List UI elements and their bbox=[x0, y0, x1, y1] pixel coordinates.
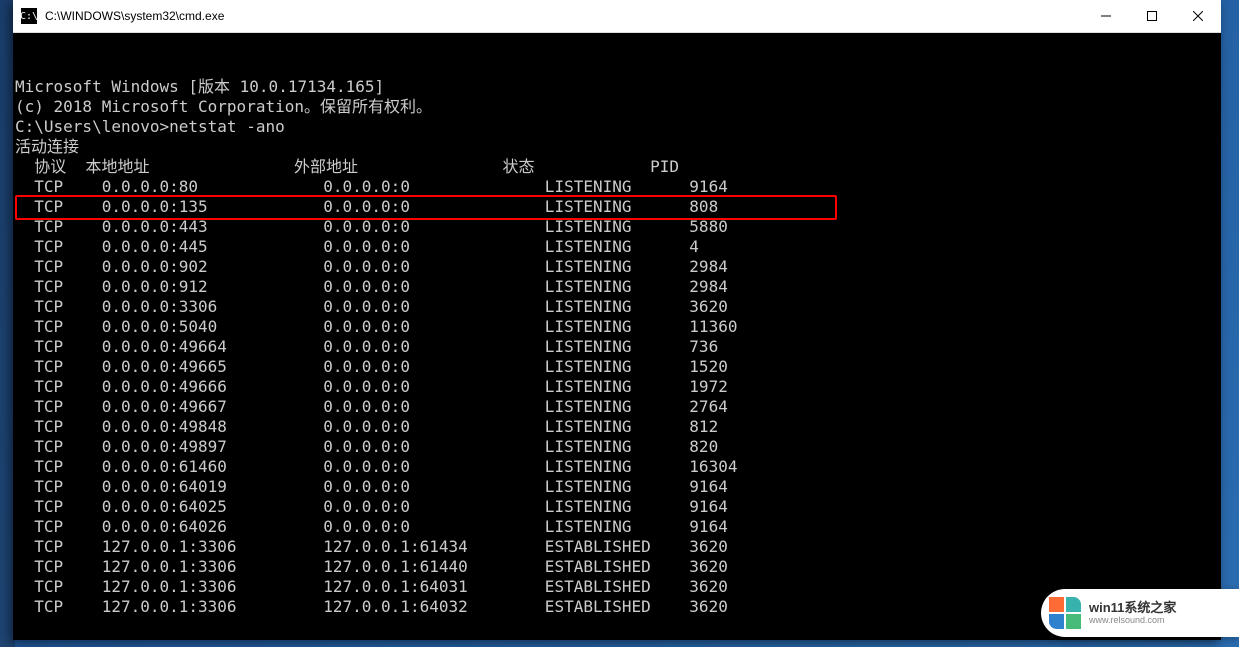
netstat-row: TCP 0.0.0.0:445 0.0.0.0:0 LISTENING 4 bbox=[15, 237, 1219, 257]
netstat-row: TCP 127.0.0.1:3306 127.0.0.1:64032 ESTAB… bbox=[15, 597, 1219, 617]
terminal-line: Microsoft Windows [版本 10.0.17134.165] bbox=[15, 77, 1219, 97]
desktop: C:\ C:\WINDOWS\system32\cmd.exe Microsof… bbox=[0, 0, 1239, 647]
netstat-row: TCP 0.0.0.0:5040 0.0.0.0:0 LISTENING 113… bbox=[15, 317, 1219, 337]
netstat-row: TCP 127.0.0.1:3306 127.0.0.1:61440 ESTAB… bbox=[15, 557, 1219, 577]
netstat-row: TCP 0.0.0.0:80 0.0.0.0:0 LISTENING 9164 bbox=[15, 177, 1219, 197]
terminal-line: 协议 本地地址 外部地址 状态 PID bbox=[15, 157, 1219, 177]
logo-main: win11系统之家 bbox=[1089, 600, 1176, 616]
window-title: C:\WINDOWS\system32\cmd.exe bbox=[45, 9, 1083, 23]
netstat-row: TCP 0.0.0.0:61460 0.0.0.0:0 LISTENING 16… bbox=[15, 457, 1219, 477]
logo-text: win11系统之家 www.relsound.com bbox=[1089, 600, 1176, 626]
netstat-row: TCP 0.0.0.0:49664 0.0.0.0:0 LISTENING 73… bbox=[15, 337, 1219, 357]
terminal-line: (c) 2018 Microsoft Corporation。保留所有权利。 bbox=[15, 97, 1219, 117]
netstat-row: TCP 0.0.0.0:49666 0.0.0.0:0 LISTENING 19… bbox=[15, 377, 1219, 397]
netstat-row: TCP 0.0.0.0:912 0.0.0.0:0 LISTENING 2984 bbox=[15, 277, 1219, 297]
netstat-row: TCP 0.0.0.0:64019 0.0.0.0:0 LISTENING 91… bbox=[15, 477, 1219, 497]
netstat-row: TCP 0.0.0.0:49897 0.0.0.0:0 LISTENING 82… bbox=[15, 437, 1219, 457]
netstat-row: TCP 0.0.0.0:64026 0.0.0.0:0 LISTENING 91… bbox=[15, 517, 1219, 537]
logo-icon bbox=[1049, 597, 1081, 629]
netstat-row: TCP 0.0.0.0:443 0.0.0.0:0 LISTENING 5880 bbox=[15, 217, 1219, 237]
netstat-row: TCP 0.0.0.0:3306 0.0.0.0:0 LISTENING 362… bbox=[15, 297, 1219, 317]
netstat-row: TCP 0.0.0.0:49667 0.0.0.0:0 LISTENING 27… bbox=[15, 397, 1219, 417]
minimize-button[interactable] bbox=[1083, 0, 1129, 32]
netstat-row: TCP 0.0.0.0:49848 0.0.0.0:0 LISTENING 81… bbox=[15, 417, 1219, 437]
terminal-line: C:\Users\lenovo>netstat -ano bbox=[15, 117, 1219, 137]
cmd-window: C:\ C:\WINDOWS\system32\cmd.exe Microsof… bbox=[13, 0, 1221, 640]
netstat-row: TCP 127.0.0.1:3306 127.0.0.1:61434 ESTAB… bbox=[15, 537, 1219, 557]
title-bar[interactable]: C:\ C:\WINDOWS\system32\cmd.exe bbox=[13, 0, 1221, 33]
cmd-icon: C:\ bbox=[21, 8, 37, 24]
netstat-row: TCP 0.0.0.0:49665 0.0.0.0:0 LISTENING 15… bbox=[15, 357, 1219, 377]
netstat-row: TCP 0.0.0.0:902 0.0.0.0:0 LISTENING 2984 bbox=[15, 257, 1219, 277]
netstat-row: TCP 0.0.0.0:64025 0.0.0.0:0 LISTENING 91… bbox=[15, 497, 1219, 517]
netstat-row: TCP 0.0.0.0:135 0.0.0.0:0 LISTENING 808 bbox=[15, 197, 1219, 217]
terminal-line: 活动连接 bbox=[15, 137, 1219, 157]
close-button[interactable] bbox=[1175, 0, 1221, 32]
maximize-button[interactable] bbox=[1129, 0, 1175, 32]
terminal-output[interactable]: Microsoft Windows [版本 10.0.17134.165](c)… bbox=[13, 33, 1221, 641]
netstat-row: TCP 127.0.0.1:3306 127.0.0.1:64031 ESTAB… bbox=[15, 577, 1219, 597]
site-logo-badge[interactable]: win11系统之家 www.relsound.com bbox=[1041, 589, 1239, 637]
logo-sub: www.relsound.com bbox=[1089, 615, 1176, 626]
window-controls bbox=[1083, 0, 1221, 32]
